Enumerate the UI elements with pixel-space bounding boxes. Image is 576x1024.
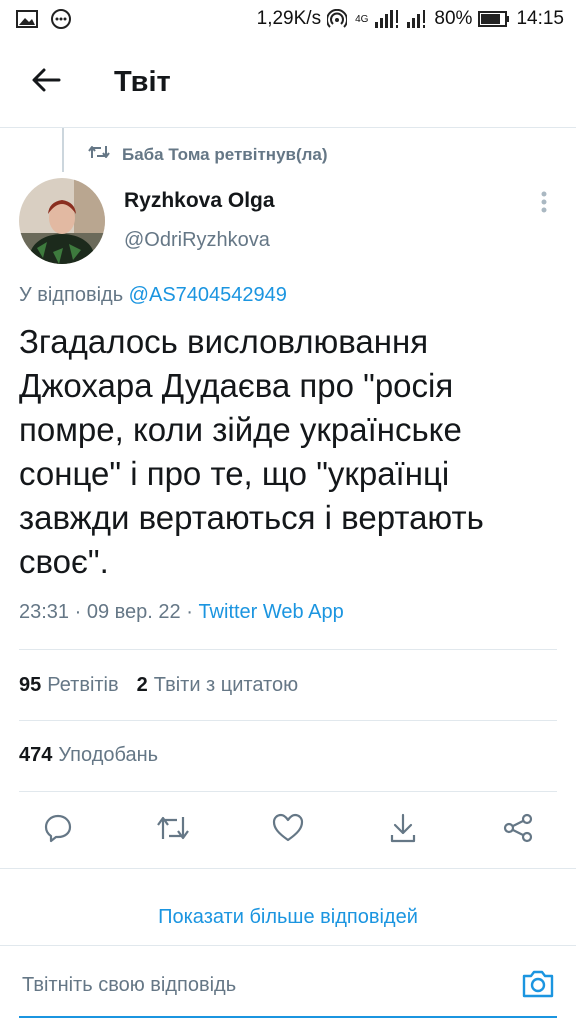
network-speed: 1,29K/s — [256, 8, 322, 29]
share-icon — [503, 813, 533, 848]
share-button[interactable] — [498, 810, 538, 850]
retweet-stats: 95 Ретвітів 2 Твіти з цитатою — [19, 674, 298, 697]
likes-count: 474 — [19, 744, 53, 766]
arrow-left-icon — [31, 67, 61, 98]
retweets-count: 95 — [19, 674, 42, 696]
page-title: Твіт — [114, 66, 171, 98]
divider — [19, 720, 557, 721]
more-options-button[interactable] — [528, 186, 560, 222]
tweet-time: 23:31 — [19, 601, 70, 623]
retweet-button[interactable] — [153, 810, 193, 850]
battery-icon — [478, 11, 510, 27]
status-bar-right: 1,29K/s 4G 80% 14:15 — [257, 8, 564, 30]
meta-separator: · — [69, 601, 87, 623]
status-bar-left — [16, 8, 72, 30]
retweet-context[interactable]: Баба Тома ретвітнув(ла) — [88, 144, 328, 165]
status-bar: 1,29K/s 4G 80% 14:15 — [0, 0, 576, 38]
camera-button[interactable] — [518, 966, 558, 1006]
quotes-stat[interactable]: 2 Твіти з цитатою — [137, 674, 298, 697]
retweet-icon — [88, 144, 110, 165]
reply-button[interactable] — [38, 810, 78, 850]
reply-to-prefix: У відповідь — [19, 284, 129, 306]
clock: 14:15 — [516, 8, 564, 29]
more-vertical-icon — [541, 191, 547, 218]
quotes-label: Твіти з цитатою — [153, 674, 299, 696]
divider — [19, 791, 557, 792]
tweet-date: 09 вер. 22 — [86, 601, 181, 623]
retweets-stat[interactable]: 95 Ретвітів — [19, 674, 119, 697]
author-name[interactable]: Ryzhkova Olga — [124, 189, 275, 213]
thread-line — [62, 128, 64, 172]
reply-to-line: У відповідь @AS7404542949 — [19, 284, 287, 307]
chat-notification-icon — [50, 8, 72, 30]
reply-input[interactable]: Твітніть свою відповідь — [22, 974, 236, 997]
download-icon — [389, 813, 417, 848]
show-more-replies-link[interactable]: Показати більше відповідей — [0, 906, 576, 929]
reply-composer: Твітніть свою відповідь — [0, 945, 576, 1024]
reply-icon — [43, 813, 73, 848]
avatar[interactable] — [19, 178, 105, 264]
likes-label: Уподобань — [58, 744, 159, 766]
tweet-actions — [0, 800, 576, 860]
divider — [19, 649, 557, 650]
signal-icon-2 — [406, 10, 428, 28]
input-underline — [19, 1016, 557, 1018]
image-notification-icon — [16, 10, 38, 28]
top-app-bar: Твіт — [0, 38, 576, 128]
back-button[interactable] — [14, 51, 78, 115]
battery-percent: 80% — [434, 8, 473, 29]
like-stats: 474 Уподобань — [19, 744, 158, 767]
signal-icon — [374, 10, 400, 28]
quotes-count: 2 — [136, 674, 148, 696]
like-button[interactable] — [268, 810, 308, 850]
likes-stat[interactable]: 474 Уподобань — [19, 744, 158, 767]
camera-icon — [521, 969, 555, 1004]
divider — [0, 868, 576, 869]
save-download-button[interactable] — [383, 810, 423, 850]
reply-to-handle-link[interactable]: @AS7404542949 — [129, 284, 287, 306]
author-handle[interactable]: @OdriRyzhkova — [124, 229, 270, 252]
like-icon — [272, 813, 304, 848]
retweet-icon — [155, 814, 191, 847]
meta-separator-2: · — [180, 601, 199, 623]
network-type: 4G — [355, 13, 369, 25]
tweet-source-link[interactable]: Twitter Web App — [198, 601, 343, 623]
retweet-context-label: Баба Тома ретвітнув(ла) — [122, 144, 328, 164]
retweets-label: Ретвітів — [47, 674, 119, 696]
hotspot-icon — [327, 9, 348, 29]
tweet-text: Згадалось висловлювання Джохара Дудаєва … — [19, 323, 484, 580]
tweet-meta: 23:31 · 09 вер. 22 · Twitter Web App — [19, 601, 344, 624]
